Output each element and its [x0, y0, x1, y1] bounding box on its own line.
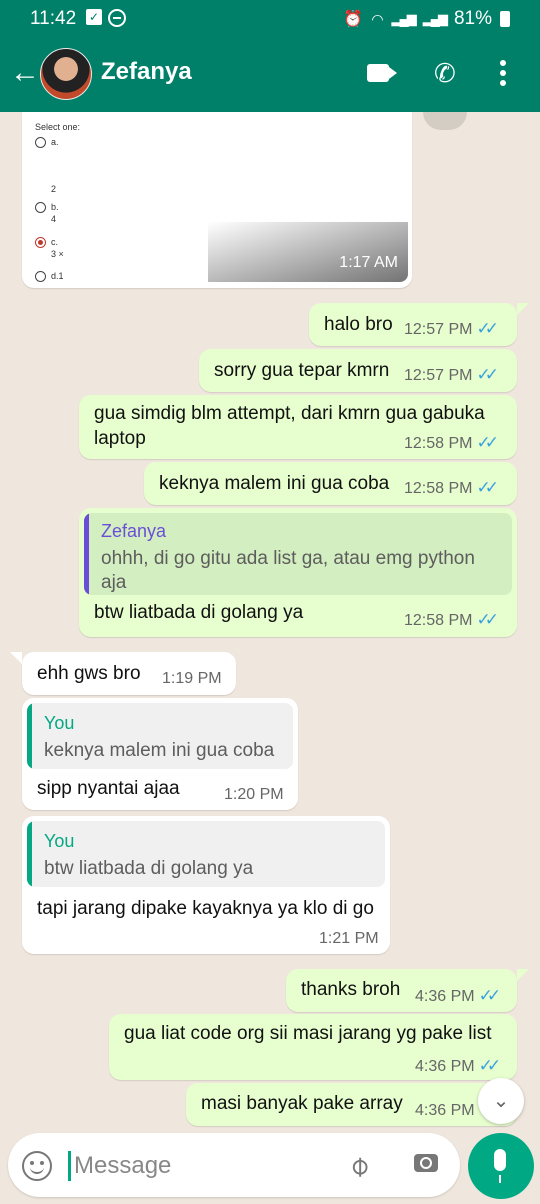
attachment-icon[interactable]: ⌀: [341, 1148, 376, 1183]
chat-area[interactable]: Select one: a. 2 b. 4 c. 3 × d.1 1:17 AM…: [0, 112, 540, 1132]
read-receipt-icon: ✓✓: [476, 610, 498, 629]
message-input[interactable]: [72, 1147, 336, 1185]
voice-message-button[interactable]: [468, 1133, 534, 1199]
message-time: 1:19 PM: [162, 670, 222, 687]
quote-author: You: [44, 713, 75, 733]
message-text: halo bro: [324, 314, 393, 335]
message-time: 12:57 PM: [404, 367, 473, 384]
message-text: tapi jarang dipake kayaknya ya klo di go: [37, 898, 374, 919]
battery-percent: 81%: [453, 8, 492, 29]
message-time: 4:36 PM: [415, 1102, 475, 1119]
message-time: 12:58 PM: [404, 480, 473, 497]
message-text: sipp nyantai ajaa: [37, 778, 180, 799]
double-chevron-down-icon: ⌄: [492, 1090, 510, 1112]
quote-text: ohhh, di go gitu ada list ga, atau emg p…: [101, 548, 475, 593]
image-message[interactable]: Select one: a. 2 b. 4 c. 3 × d.1 1:17 AM: [22, 112, 412, 288]
voice-call-icon[interactable]: ✆: [434, 58, 456, 89]
option-radio-a: [35, 137, 46, 148]
read-receipt-icon: ✓✓: [476, 365, 498, 384]
quiz-screenshot-image[interactable]: Select one: a. 2 b. 4 c. 3 × d.1 1:17 AM: [28, 112, 408, 282]
read-receipt-icon: ✓✓: [476, 319, 498, 338]
text-cursor: [68, 1151, 71, 1181]
message-bubble-outgoing[interactable]: gua liat code org sii masi jarang yg pak…: [109, 1014, 517, 1080]
option-radio-b: [35, 202, 46, 213]
message-text: thanks broh: [301, 979, 401, 1000]
quoted-message[interactable]: You btw liatbada di golang ya: [27, 821, 385, 887]
quiz-label: Select one:: [35, 122, 81, 132]
message-bubble-outgoing[interactable]: masi banyak pake array 4:36 PM✓✓: [186, 1083, 517, 1126]
message-time: 12:58 PM: [404, 435, 473, 452]
signal-icon-2: ▂▄▆: [422, 11, 448, 26]
quote-author: Zefanya: [101, 521, 167, 541]
option-value-c: 3 ×: [51, 249, 64, 259]
read-receipt-icon: ✓✓: [478, 986, 501, 1005]
contact-name[interactable]: Zefanya: [101, 58, 192, 86]
checkbox-notification-icon: ✓: [86, 9, 102, 25]
battery-icon: [500, 11, 510, 27]
message-time: 1:17 AM: [339, 254, 398, 271]
message-bubble-outgoing[interactable]: thanks broh 4:36 PM ✓✓: [286, 969, 517, 1012]
reply-bubble-outgoing[interactable]: Zefanya ohhh, di go gitu ada list ga, at…: [79, 508, 517, 637]
signal-icon: ▂▄▆: [391, 11, 417, 26]
emoji-icon[interactable]: [22, 1151, 52, 1181]
message-text: gua liat code org sii masi jarang yg pak…: [124, 1023, 492, 1044]
do-not-disturb-icon: [108, 9, 126, 27]
quote-author: You: [44, 831, 75, 851]
microphone-icon: [494, 1149, 506, 1183]
option-radio-c-selected: [35, 237, 46, 248]
option-pre-b: 2: [51, 184, 57, 194]
message-text: btw liatbada di golang ya: [94, 602, 304, 623]
wifi-icon: ◠: [371, 10, 384, 27]
message-bubble-outgoing[interactable]: gua simdig blm attempt, dari kmrn gua ga…: [79, 395, 517, 459]
message-text: sorry gua tepar kmrn: [214, 360, 390, 381]
message-bubble-outgoing[interactable]: keknya malem ini gua coba 12:58 PM ✓✓: [144, 462, 517, 505]
message-text: keknya malem ini gua coba: [159, 473, 390, 494]
message-bubble-outgoing[interactable]: halo bro 12:57 PM ✓✓: [309, 303, 517, 346]
option-radio-d: [35, 271, 46, 282]
more-options-icon[interactable]: [500, 60, 506, 90]
read-receipt-icon: ✓✓: [478, 1056, 501, 1075]
option-letter-d: d.1: [51, 271, 64, 281]
forward-icon[interactable]: [423, 112, 467, 130]
contact-avatar[interactable]: [40, 48, 92, 100]
message-time: 12:57 PM: [404, 321, 473, 338]
option-letter-c: c.: [51, 237, 59, 247]
message-time: 4:36 PM: [415, 988, 475, 1005]
message-time: 1:20 PM: [224, 786, 284, 803]
message-composer[interactable]: ⌀: [8, 1133, 460, 1197]
alarm-icon: ⏰: [343, 11, 364, 28]
message-text: masi banyak pake array: [201, 1093, 403, 1114]
reply-bubble-incoming[interactable]: You btw liatbada di golang ya tapi jaran…: [22, 816, 390, 954]
option-letter-a: a.: [51, 137, 59, 147]
quoted-message[interactable]: Zefanya ohhh, di go gitu ada list ga, at…: [84, 513, 512, 595]
scroll-to-bottom-button[interactable]: ⌄: [478, 1078, 524, 1124]
video-call-icon[interactable]: [367, 64, 397, 82]
status-time: 11:42: [30, 8, 77, 29]
message-bubble-outgoing[interactable]: sorry gua tepar kmrn 12:57 PM ✓✓: [199, 349, 517, 392]
quote-text: keknya malem ini gua coba: [44, 740, 275, 761]
chat-header: ← Zefanya ✆: [0, 36, 540, 112]
message-time: 4:36 PM: [415, 1058, 475, 1075]
message-time: 12:58 PM: [404, 612, 473, 629]
message-text: ehh gws bro: [37, 663, 141, 684]
quote-text: btw liatbada di golang ya: [44, 858, 254, 879]
camera-icon[interactable]: [414, 1154, 438, 1172]
read-receipt-icon: ✓✓: [476, 433, 498, 452]
status-bar: 11:42 ✓ ⏰ ◠ ▂▄▆ ▂▄▆ 81%: [0, 0, 540, 36]
quoted-message[interactable]: You keknya malem ini gua coba: [27, 703, 293, 769]
read-receipt-icon: ✓✓: [476, 478, 498, 497]
message-time: 1:21 PM: [319, 930, 379, 947]
reply-bubble-incoming[interactable]: You keknya malem ini gua coba sipp nyant…: [22, 698, 298, 810]
option-value-b: 4: [51, 214, 57, 224]
option-letter-b: b.: [51, 202, 59, 212]
message-bubble-incoming[interactable]: ehh gws bro 1:19 PM: [22, 652, 236, 695]
back-arrow-icon[interactable]: ←: [10, 58, 40, 88]
